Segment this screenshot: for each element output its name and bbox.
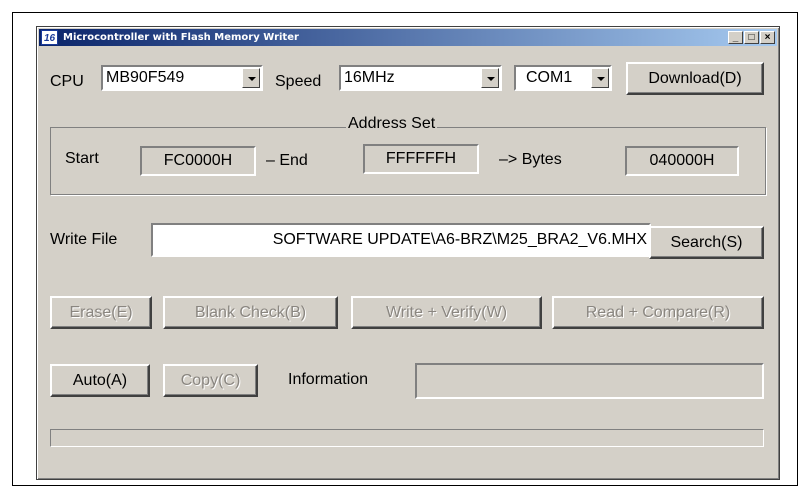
progress-bar [50, 429, 764, 447]
speed-select-value: 16MHz [344, 69, 395, 86]
search-button[interactable]: Search(S) [649, 226, 764, 259]
bytes-field: 040000H [625, 146, 739, 176]
end-label: – End [266, 152, 308, 169]
title-bar[interactable]: 16 Microcontroller with Flash Memory Wri… [39, 29, 777, 46]
start-label: Start [65, 150, 99, 167]
download-button[interactable]: Download(D) [626, 62, 764, 95]
write-verify-button[interactable]: Write + Verify(W) [351, 296, 542, 329]
copy-button[interactable]: Copy(C) [163, 364, 258, 397]
write-file-label: Write File [50, 231, 118, 248]
chevron-down-icon[interactable] [591, 68, 609, 88]
information-label: Information [288, 371, 369, 388]
blank-check-button[interactable]: Blank Check(B) [163, 296, 338, 329]
write-file-path: SOFTWARE UPDATE\A6-BRZ\M25_BRA2_V6.MHX [272, 231, 647, 248]
chevron-down-icon[interactable] [242, 68, 260, 88]
read-compare-button[interactable]: Read + Compare(R) [552, 296, 764, 329]
cpu-select-value: MB90F549 [106, 69, 185, 86]
speed-label: Speed [275, 73, 322, 90]
minimize-button[interactable]: _ [728, 31, 743, 44]
window-title: Microcontroller with Flash Memory Writer [63, 32, 299, 43]
auto-button[interactable]: Auto(A) [50, 364, 150, 397]
bytes-label: –> Bytes [499, 151, 562, 168]
end-address-field: FFFFFFH [363, 144, 479, 174]
chevron-down-icon[interactable] [481, 68, 499, 88]
speed-select[interactable]: 16MHz [339, 65, 502, 91]
start-address-field: FC0000H [140, 146, 256, 176]
port-select[interactable]: COM1 [514, 65, 612, 91]
port-select-value: COM1 [526, 69, 573, 86]
app-window: 16 Microcontroller with Flash Memory Wri… [36, 26, 780, 480]
cpu-select[interactable]: MB90F549 [101, 65, 263, 91]
erase-button[interactable]: Erase(E) [50, 296, 152, 329]
write-file-input[interactable]: SOFTWARE UPDATE\A6-BRZ\M25_BRA2_V6.MHX [151, 223, 651, 257]
address-set-title: Address Set [346, 115, 438, 133]
cpu-label: CPU [50, 73, 84, 90]
app-icon: 16 [41, 30, 58, 45]
close-button[interactable]: × [760, 31, 775, 44]
maximize-button[interactable]: □ [744, 31, 759, 44]
information-box [415, 363, 764, 399]
